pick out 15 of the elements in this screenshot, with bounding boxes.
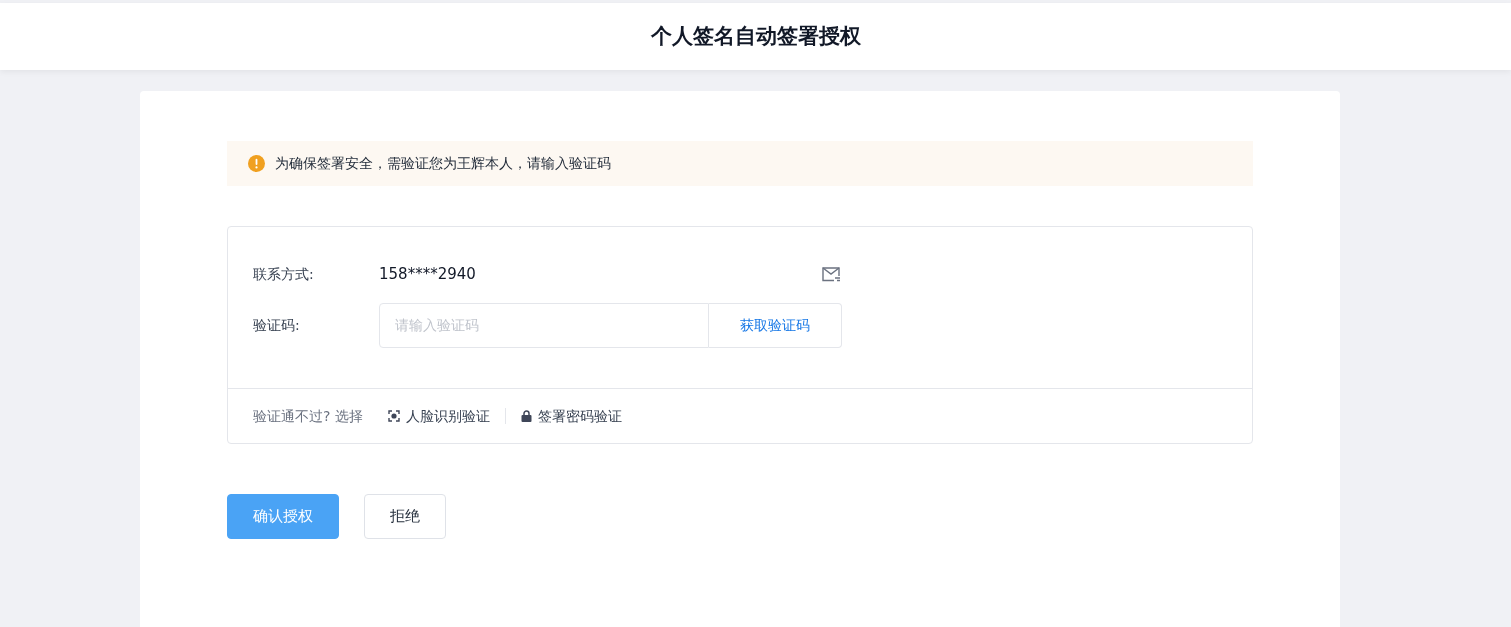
warning-icon — [248, 155, 265, 172]
verification-option-link[interactable]: 人脸识别验证 — [405, 405, 490, 427]
page-title: 个人签名自动签署授权 — [650, 22, 861, 50]
notice-text: 为确保签署安全，需验证您为王辉本人，请输入验证码 — [275, 154, 611, 173]
verification-option-link[interactable]: 签署密码验证 — [537, 405, 622, 427]
envelope-icon[interactable] — [822, 266, 841, 282]
code-input-field[interactable]: 请输入验证码 — [379, 303, 709, 348]
contact-label: 联系方式: — [253, 264, 315, 284]
face-scan-icon — [387, 410, 400, 422]
phone-number: 158****2940 — [379, 263, 477, 285]
code-label: 验证码: — [253, 316, 301, 335]
get-code-button[interactable]: 获取验证码 — [709, 303, 842, 348]
lock-icon — [520, 410, 532, 422]
decline-button[interactable]: 拒绝 — [364, 494, 446, 539]
alternative-prompt: 验证通不过? 选择 — [253, 406, 363, 426]
